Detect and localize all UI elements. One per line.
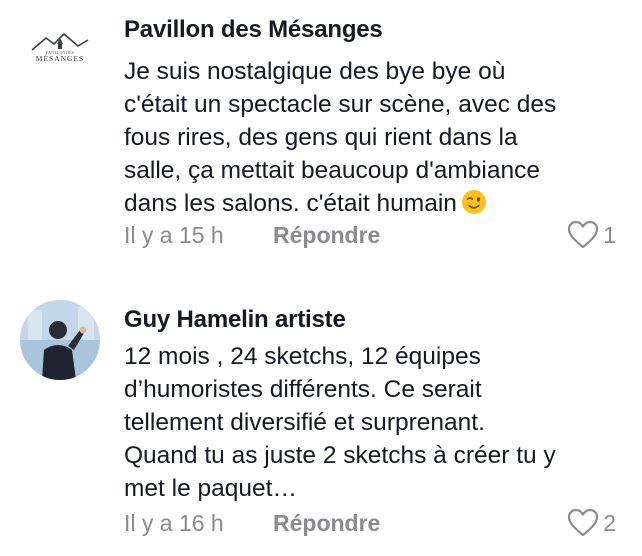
comment-text: Je suis nostalgique des bye bye où c'éta… (124, 55, 624, 220)
reply-button[interactable]: Répondre (273, 222, 380, 249)
comment-line: dans les salons. c'était humain (124, 190, 457, 217)
like-button[interactable]: 2 (567, 508, 616, 538)
comment-item: Guy Hamelin artiste 12 mois , 24 sketchs… (0, 270, 642, 556)
comment-line: salle, ça mettait beaucoup d'ambiance (124, 157, 540, 184)
logo-text: MÉSANGES (36, 53, 84, 63)
pavillon-logo-icon: PAVILLON DES MÉSANGES (20, 14, 100, 94)
comment-line-last: dans les salons. c'était humain (124, 187, 624, 220)
comment-line: c'était un spectacle sur scène, avec des (124, 91, 557, 118)
comment-text: 12 mois , 24 sketchs, 12 équipes d’humor… (124, 340, 624, 505)
comment-author[interactable]: Guy Hamelin artiste (124, 306, 346, 334)
avatar[interactable] (20, 300, 100, 380)
comment-line: 12 mois , 24 sketchs, 12 équipes (124, 343, 481, 370)
comment-line: fous rires, des gens qui rient dans la (124, 124, 518, 151)
avatar[interactable]: PAVILLON DES MÉSANGES (20, 14, 100, 94)
comment-line: Quand tu as juste 2 sketchs à créer tu y (124, 442, 556, 469)
comment-line: Je suis nostalgique des bye bye où (124, 58, 506, 85)
comment-line: d’humoristes différents. Ce serait (124, 376, 482, 403)
comment-item: PAVILLON DES MÉSANGES Pavillon des Mésan… (0, 0, 642, 270)
comment-timestamp: Il y a 16 h (124, 510, 224, 536)
like-button[interactable]: 1 (567, 220, 616, 250)
like-count: 1 (603, 221, 616, 248)
like-count: 2 (603, 509, 616, 536)
comment-author[interactable]: Pavillon des Mésanges (124, 16, 383, 44)
comment-line: tellement diversifié et surprenant. (124, 409, 485, 436)
reply-button[interactable]: Répondre (273, 510, 380, 537)
winking-face-emoji-icon (461, 190, 486, 214)
comment-line: met le paquet… (124, 475, 297, 502)
heart-icon (568, 508, 599, 537)
user-photo-icon (20, 300, 100, 380)
comment-timestamp: Il y a 15 h (124, 222, 224, 248)
heart-icon (568, 220, 599, 249)
